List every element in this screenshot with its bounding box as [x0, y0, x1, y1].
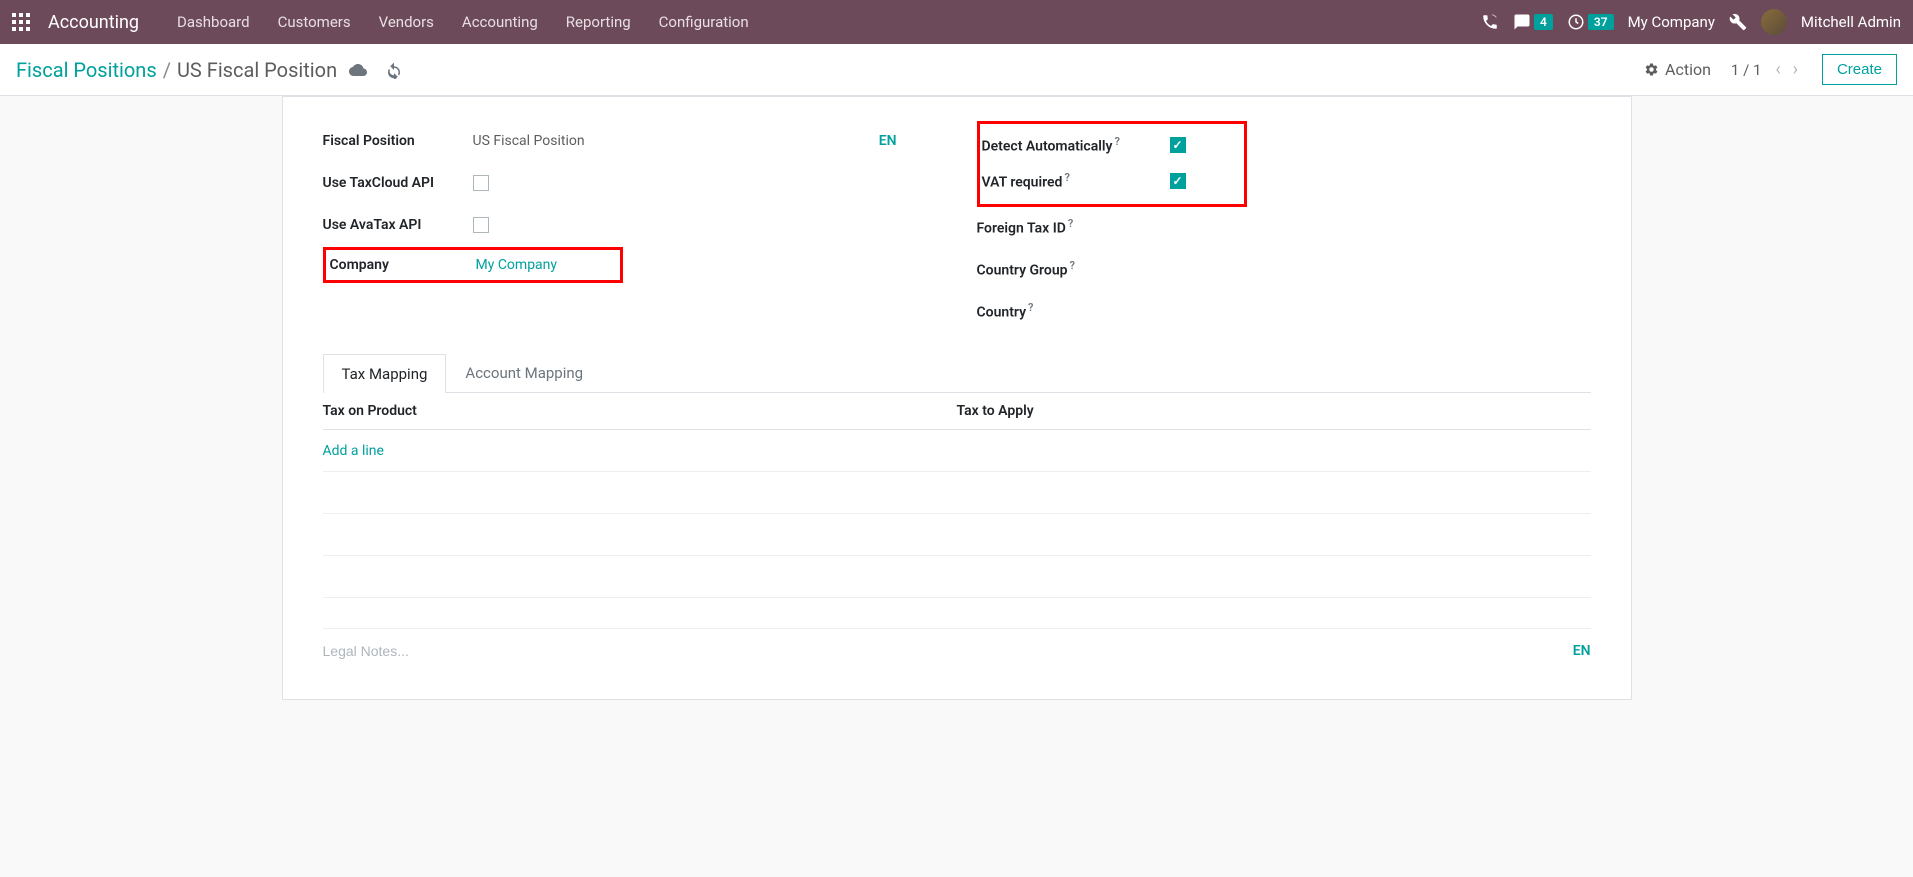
detect-auto-checkbox[interactable] — [1170, 137, 1186, 153]
field-country-group: Country Group? — [977, 249, 1591, 289]
company-value[interactable]: My Company — [476, 257, 616, 273]
content: Fiscal Position US Fiscal Position EN Us… — [222, 96, 1692, 740]
action-button[interactable]: Action — [1644, 60, 1711, 79]
field-vat-required: VAT required? — [982, 164, 1242, 198]
fiscal-position-input[interactable]: US Fiscal Position — [473, 133, 879, 149]
table-row-add: Add a line — [323, 430, 1591, 472]
legal-notes-section: EN — [323, 628, 1591, 659]
tab-content: Tax on Product Tax to Apply Add a line — [323, 393, 1591, 598]
nav-dashboard[interactable]: Dashboard — [163, 0, 264, 44]
create-button[interactable]: Create — [1822, 54, 1897, 85]
company-switcher[interactable]: My Company — [1628, 13, 1715, 31]
cloud-unsaved-icon[interactable] — [349, 61, 367, 79]
help-icon[interactable]: ? — [1028, 301, 1033, 314]
field-foreign-tax: Foreign Tax ID? — [977, 207, 1591, 247]
lang-badge[interactable]: EN — [879, 133, 937, 149]
use-avatax-checkbox[interactable] — [473, 217, 489, 233]
table-row-empty — [323, 556, 1591, 598]
pager-prev[interactable]: ‹ — [1771, 59, 1784, 80]
top-navbar: Accounting Dashboard Customers Vendors A… — [0, 0, 1913, 44]
pager: 1 / 1 ‹ › — [1731, 59, 1802, 80]
help-icon[interactable]: ? — [1114, 135, 1119, 148]
pager-value[interactable]: 1 / 1 — [1731, 61, 1762, 79]
nav-accounting[interactable]: Accounting — [448, 0, 552, 44]
tab-tax-mapping[interactable]: Tax Mapping — [323, 354, 447, 393]
tab-account-mapping[interactable]: Account Mapping — [446, 353, 602, 392]
cp-right: Action 1 / 1 ‹ › Create — [1644, 54, 1897, 85]
app-name[interactable]: Accounting — [48, 12, 139, 33]
use-taxcloud-label: Use TaxCloud API — [323, 175, 473, 191]
discard-icon[interactable] — [385, 61, 403, 79]
table-row-empty — [323, 514, 1591, 556]
breadcrumb-current: US Fiscal Position — [177, 58, 337, 82]
detect-auto-label: Detect Automatically? — [982, 135, 1142, 155]
field-company-highlight: Company My Company — [323, 247, 623, 283]
form-col-right: Detect Automatically? VAT required? Fore… — [977, 121, 1591, 333]
help-icon[interactable]: ? — [1070, 259, 1075, 272]
table-header: Tax on Product Tax to Apply — [323, 393, 1591, 430]
gear-icon — [1644, 62, 1659, 77]
company-label: Company — [330, 257, 476, 273]
breadcrumb-sep: / — [163, 58, 171, 82]
use-avatax-label: Use AvaTax API — [323, 217, 473, 233]
use-taxcloud-checkbox[interactable] — [473, 175, 489, 191]
navbar-right: 4 37 My Company Mitchell Admin — [1481, 9, 1901, 35]
cp-status-icons — [349, 61, 403, 79]
field-country: Country? — [977, 291, 1591, 331]
notes-lang-badge[interactable]: EN — [1573, 643, 1591, 659]
pager-arrows: ‹ › — [1771, 59, 1802, 80]
foreign-tax-label: Foreign Tax ID? — [977, 217, 1137, 237]
help-icon[interactable]: ? — [1064, 171, 1069, 184]
help-icon[interactable]: ? — [1068, 217, 1073, 230]
field-fiscal-position: Fiscal Position US Fiscal Position EN — [323, 121, 937, 161]
user-avatar[interactable] — [1761, 9, 1787, 35]
right-highlight-box: Detect Automatically? VAT required? — [977, 121, 1247, 207]
vat-required-label: VAT required? — [982, 171, 1142, 191]
form-row-top: Fiscal Position US Fiscal Position EN Us… — [323, 121, 1591, 333]
th-tax-on-product: Tax on Product — [323, 403, 957, 419]
debug-icon[interactable] — [1729, 13, 1747, 31]
user-menu[interactable]: Mitchell Admin — [1801, 13, 1901, 31]
table-row-empty — [323, 472, 1591, 514]
field-use-taxcloud: Use TaxCloud API — [323, 163, 937, 203]
breadcrumb-parent[interactable]: Fiscal Positions — [16, 58, 157, 82]
nav-vendors[interactable]: Vendors — [365, 0, 448, 44]
vat-required-checkbox[interactable] — [1170, 173, 1186, 189]
field-detect-auto: Detect Automatically? — [982, 128, 1242, 162]
breadcrumb: Fiscal Positions/US Fiscal Position — [16, 58, 337, 82]
nav-reporting[interactable]: Reporting — [552, 0, 645, 44]
action-label: Action — [1665, 60, 1711, 79]
activities-icon[interactable]: 37 — [1567, 13, 1614, 31]
navbar-left: Accounting Dashboard Customers Vendors A… — [12, 0, 763, 44]
field-use-avatax: Use AvaTax API — [323, 205, 937, 245]
country-group-label: Country Group? — [977, 259, 1137, 279]
nav-configuration[interactable]: Configuration — [645, 0, 763, 44]
fiscal-position-label: Fiscal Position — [323, 133, 473, 149]
th-tax-to-apply: Tax to Apply — [957, 403, 1591, 419]
apps-icon[interactable] — [12, 13, 30, 31]
activities-badge: 37 — [1588, 14, 1614, 30]
legal-notes-input[interactable] — [323, 643, 1573, 659]
nav-customers[interactable]: Customers — [264, 0, 365, 44]
control-panel: Fiscal Positions/US Fiscal Position Acti… — [0, 44, 1913, 96]
messages-badge: 4 — [1534, 14, 1553, 30]
nav-menu: Dashboard Customers Vendors Accounting R… — [163, 0, 763, 44]
pager-next[interactable]: › — [1789, 59, 1802, 80]
country-label: Country? — [977, 301, 1137, 321]
form-sheet: Fiscal Position US Fiscal Position EN Us… — [282, 96, 1632, 700]
messages-icon[interactable]: 4 — [1513, 13, 1553, 31]
tabs: Tax Mapping Account Mapping — [323, 353, 1591, 393]
add-line-link[interactable]: Add a line — [323, 443, 384, 459]
phone-icon[interactable] — [1481, 13, 1499, 31]
form-col-left: Fiscal Position US Fiscal Position EN Us… — [323, 121, 937, 333]
cp-left: Fiscal Positions/US Fiscal Position — [16, 58, 403, 82]
